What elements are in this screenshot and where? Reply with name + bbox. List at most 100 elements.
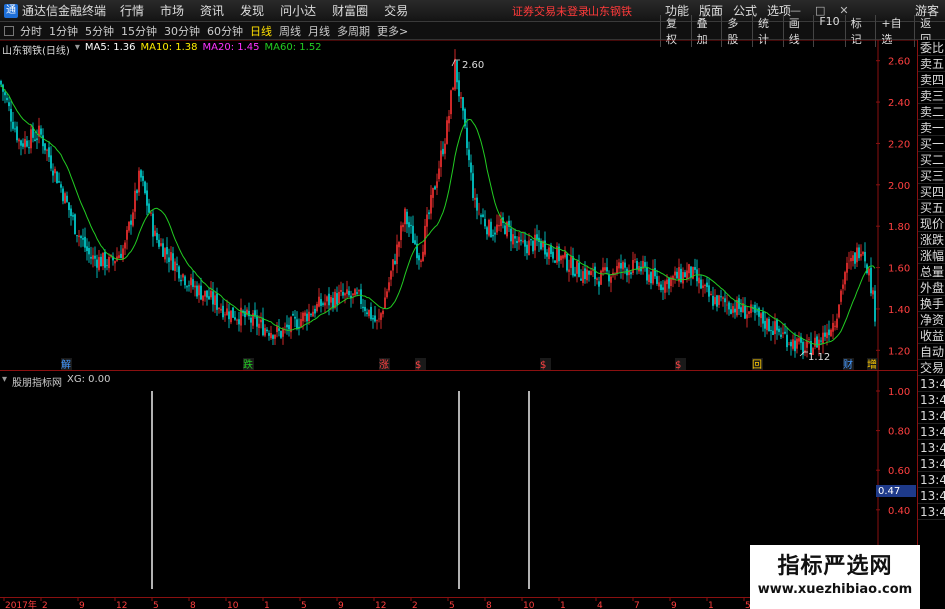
x-tick-label: 10 [227,601,239,609]
event-marker-label: 解 [61,358,71,371]
event-marker-label: 涨 [379,359,389,371]
x-tick-label: 2 [42,601,48,609]
menu-hangqing[interactable]: 行情 [120,2,144,19]
period-tab[interactable]: 1分钟 [49,23,78,39]
period-tab[interactable]: 分时 [20,23,42,39]
x-tick-label: 2 [412,601,418,609]
event-marker-label: 回 [752,359,762,371]
y-tick-label: 2.00 [888,181,910,192]
ind-y-tick-label: 0.80 [888,427,910,438]
ma20-value: MA20: 1.45 [202,42,260,53]
quote-row: 总量 [918,265,945,280]
quote-row: 买四 [918,185,945,200]
period-tab[interactable]: 多周期 [337,23,370,39]
quote-row: 卖二 [918,105,945,120]
period-toolbar: 分时 1分钟 5分钟 15分钟 30分钟 60分钟 日线 周线 月线 多周期 更… [0,14,945,47]
ma5-value: MA5: 1.36 [84,42,136,53]
x-tick-label: 7 [634,601,640,609]
quote-row: 13:42 [918,472,945,488]
event-marker-label: $ [415,360,421,371]
quote-row: 卖一 [918,121,945,136]
quote-row: 13:42 [918,408,945,424]
menu-faxian[interactable]: 发现 [240,2,264,19]
x-tick-label: 2017年 [5,599,37,609]
quote-row: 交易 [918,361,945,376]
ma10-value: MA10: 1.38 [140,42,198,53]
ind-y-tick-label: 0.40 [888,506,910,517]
x-tick-label: 12 [375,601,386,609]
period-tab[interactable]: 15分钟 [121,23,157,39]
indicator-name: 股朋指标网 [12,378,63,389]
current-value: 0.47 [878,486,900,497]
toggle-square-icon[interactable] [4,25,14,36]
watermark: 指标严选网 www.xuezhibiao.com [750,545,920,609]
period-tab-active[interactable]: 日线 [250,23,272,39]
x-tick-label: 1 [708,601,714,609]
event-marker-label: 跌 [243,358,253,371]
quote-row: 自动 [918,345,945,360]
quote-row: 13:42 [918,488,945,504]
y-tick-label: 2.60 [888,57,910,68]
ma-legend: 山东钢铁(日线) ▾ MA5: 1.36 MA10: 1.38 MA20: 1.… [2,42,322,57]
x-tick-label: 5 [153,601,159,609]
period-tab[interactable]: 月线 [308,23,330,39]
period-tab[interactable]: 60分钟 [207,23,243,39]
x-tick-label: 8 [190,601,196,609]
event-marker-label: $ [675,360,681,371]
menu-caifuquan[interactable]: 财富圈 [332,2,368,19]
watermark-url: www.xuezhibiao.com [757,582,913,597]
x-tick-label: 4 [597,601,603,609]
quote-row: 13:42 [918,376,945,392]
menu-shichang[interactable]: 市场 [160,2,184,19]
indicator-xg: XG: 0.00 [67,374,111,385]
low-price-label: 1.12 [808,352,830,363]
high-price-label: 2.60 [462,60,484,71]
quote-panel: 委比 卖五 卖四 卖三 卖二 卖一 买一 买二 买三 买四 买五 现价 涨跌 涨幅 总量 外盘 换手 净资 收益 自动… [917,40,945,609]
quote-row: 卖五 [918,57,945,72]
quote-row: 卖三 [918,89,945,104]
quote-row: 买二 [918,153,945,168]
menu-zixun[interactable]: 资讯 [200,2,224,19]
quote-row: 涨跌 [918,233,945,248]
kline-chart[interactable]: 2.60 2.40 2.20 2.00 1.80 1.60 1.40 1.20 解 跌 涨 $ $ $ 回… [0,40,917,371]
x-tick-label: 8 [486,601,492,609]
quote-row: 现价 [918,217,945,232]
x-tick-label: 9 [79,601,85,609]
quote-row: 委比 [918,41,945,56]
quote-row: 13:42 [918,456,945,472]
menu-wenxiaoda[interactable]: 问小达 [280,2,316,19]
quote-row: 13:42 [918,424,945,440]
indicator-legend: ▾ 股朋指标网 XG: 0.00 [2,374,110,389]
x-tick-label: 5 [449,601,455,609]
quote-row: 买五 [918,201,945,216]
quote-row: 净资 [918,313,945,328]
quote-row: 买三 [918,169,945,184]
period-tab[interactable]: 30分钟 [164,23,200,39]
quote-row: 收益 [918,329,945,344]
event-marker-label: 增 [867,358,877,371]
ind-y-tick-label: 0.60 [888,466,910,477]
x-tick-label: 9 [338,601,344,609]
dropdown-icon[interactable]: ▾ [2,374,7,389]
quote-row: 外盘 [918,281,945,296]
quote-row: 13:42 [918,504,945,520]
quote-row: 换手 [918,297,945,312]
ma60-value: MA60: 1.52 [264,42,322,53]
period-tab[interactable]: 周线 [279,23,301,39]
dropdown-icon[interactable]: ▾ [75,42,80,57]
login-status[interactable]: 证券交易未登录 [512,3,589,19]
y-tick-label: 1.60 [888,264,910,275]
app-title: 通达信金融终端 [22,4,107,18]
current-stock: 山东钢铁 [588,4,632,18]
x-tick-label: 9 [671,601,677,609]
y-tick-label: 2.40 [888,98,910,109]
chart-title: 山东钢铁(日线) [2,46,70,57]
menu-jiaoyi[interactable]: 交易 [384,2,408,19]
period-tab[interactable]: 5分钟 [85,23,114,39]
watermark-title: 指标严选网 [777,554,893,579]
x-tick-label: 10 [523,601,535,609]
y-tick-label: 1.20 [888,346,910,357]
quote-row: 13:42 [918,392,945,408]
x-tick-label: 1 [264,601,270,609]
period-more[interactable]: 更多> [377,23,408,39]
